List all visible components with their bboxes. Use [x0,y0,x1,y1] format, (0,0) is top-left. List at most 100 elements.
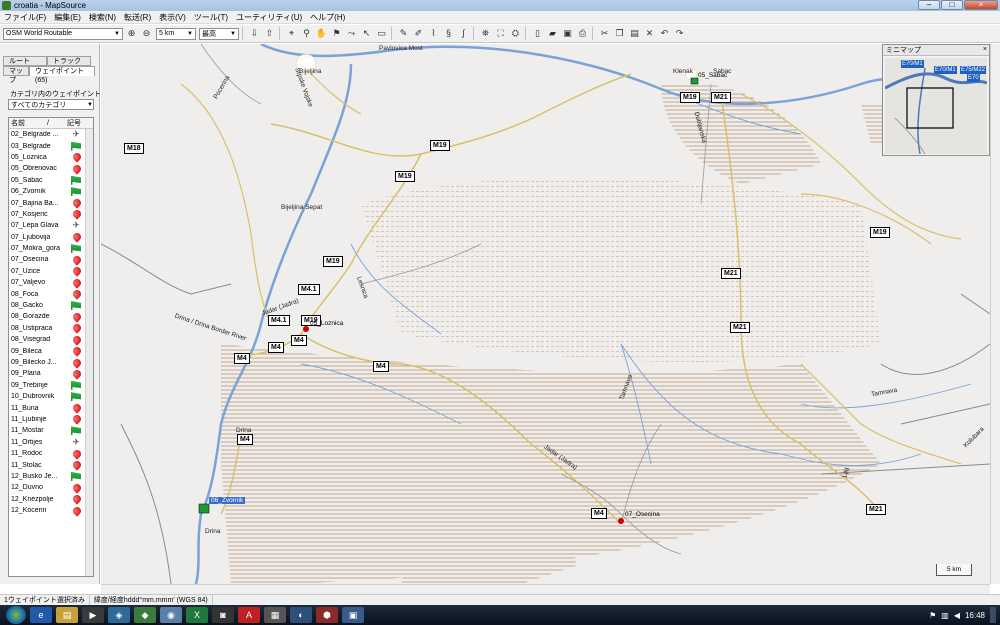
map-vertical-scrollbar[interactable] [990,44,1000,584]
print-icon[interactable]: ⎙ [576,27,589,40]
paste-icon[interactable]: ▤ [628,27,641,40]
waypoint-row[interactable]: 11_Mostar [9,425,93,436]
waypoint-row[interactable]: 08_Gorazde [9,311,93,323]
cut-icon[interactable]: ✂ [598,27,611,40]
waypoint-row[interactable]: 12_Duvno [9,482,93,494]
waypoint-row[interactable]: 11_Buna [9,402,93,414]
app-icon[interactable]: ⬢ [316,607,338,623]
waypoint-row[interactable]: 07_Lepa Glava ✈ [9,220,93,231]
network-icon[interactable]: ▥ [941,611,949,620]
waypoint-row[interactable]: 07_Ljubovija [9,231,93,243]
delete-icon[interactable]: ✕ [643,27,656,40]
join-tool-icon[interactable]: ∫ [457,27,470,40]
close-button[interactable]: × [964,0,998,10]
open-file-icon[interactable]: ▰ [546,27,559,40]
waypoint-label-loznica[interactable]: 05_Loznica [310,320,343,327]
waypoint-row[interactable]: 07_Kosjeric [9,208,93,221]
map-view[interactable]: M18 M19 M19 M19 M19 M4.1 M4.1 M19 M4 M4 … [101,44,990,584]
waypoint-tool-icon[interactable]: ⚑ [330,27,343,40]
zoom-tool-icon[interactable]: ⚲ [300,27,313,40]
menu-edit[interactable]: 編集(E) [50,12,85,23]
flag-icon[interactable]: ⚑ [929,611,936,620]
waypoint-row[interactable]: 11_Stolac [9,459,93,471]
zoom-scale-select[interactable]: 5 km ▼ [156,27,196,40]
file-explorer-icon[interactable]: ▤ [56,607,78,623]
detail-level-select[interactable]: 最高 ▼ [199,27,239,40]
route-tool-icon[interactable]: ⤳ [345,27,358,40]
tab-tracks[interactable]: トラック [47,56,91,66]
app-icon[interactable]: ◐ [290,607,312,623]
waypoint-row[interactable]: 11_Rodoc [9,447,93,460]
menu-file[interactable]: ファイル(F) [0,12,50,23]
minimap-window[interactable]: ミニマップ × E70/M1 E70/M1 E75/M22 E70 [882,44,990,156]
clock[interactable]: 16:48 [965,611,985,620]
waypoint-row[interactable]: 11_Ortijes ✈ [9,437,93,448]
menu-view[interactable]: 表示(V) [155,12,190,23]
waypoint-row[interactable]: 06_Zvornik [9,186,93,197]
mapsource-taskbar-icon[interactable]: ◆ [134,607,156,623]
waypoint-row[interactable]: 09_Bileca [9,345,93,357]
waypoint-row[interactable]: 05_Loznica [9,151,93,164]
minimize-button[interactable]: – [918,0,940,10]
save-file-icon[interactable]: ▣ [561,27,574,40]
volume-icon[interactable]: ◀ [954,611,960,620]
undo-icon[interactable]: ↶ [658,27,671,40]
waypoint-row[interactable]: 07_Mokra_gora [9,243,93,254]
category-filter-select[interactable]: すべてのカテゴリ ▼ [8,99,94,110]
column-header-symbol[interactable]: 記号 [65,118,85,128]
connect-tool-icon[interactable]: ⌇ [427,27,440,40]
divide-tool-icon[interactable]: § [442,27,455,40]
menu-tools[interactable]: ツール(T) [190,12,232,23]
waypoint-row[interactable]: 11_Ljubinje [9,413,93,426]
map-product-select[interactable]: OSM World Routable ▼ [3,27,123,40]
copy-icon[interactable]: ❐ [613,27,626,40]
app-icon[interactable]: ◈ [108,607,130,623]
waypoint-row[interactable]: 12_Kocerin [9,504,93,517]
waypoint-row[interactable]: 09_Plana [9,368,93,380]
receive-from-device-icon[interactable]: ⇩ [248,27,261,40]
tab-routes[interactable]: ルート [3,56,47,66]
maximize-button[interactable]: □ [941,0,963,10]
waypoint-row[interactable]: 07_Valjevo [9,277,93,289]
waypoint-row[interactable]: 12_Busko Je... [9,471,93,482]
zoom-out-icon[interactable]: ⊖ [140,27,153,40]
menu-transfer[interactable]: 転送(R) [120,12,155,23]
show-desktop-button[interactable] [990,607,996,623]
map-horizontal-scrollbar[interactable] [101,584,990,594]
waypoint-row[interactable]: 03_Belgrade [9,140,93,151]
hand-tool-icon[interactable]: ✋ [315,27,328,40]
media-player-icon[interactable]: ▶ [82,607,104,623]
map-select-tool-icon[interactable]: ⌖ [285,27,298,40]
waypoint-row[interactable]: 08_Foca [9,288,93,300]
waypoint-row[interactable]: 07_Uzice [9,265,93,278]
waypoint-row[interactable]: 09_Bilecko J... [9,356,93,369]
app-icon[interactable]: ◉ [160,607,182,623]
start-button[interactable] [6,606,26,624]
column-header-name[interactable]: 名前 [9,118,45,128]
waypoint-label-zvornik[interactable]: 06_Zvornik [209,497,246,504]
find-address-icon[interactable]: ⛭ [509,27,522,40]
waypoint-row[interactable]: 05_Sabac [9,175,93,186]
excel-icon[interactable]: X [186,607,208,623]
waypoint-row[interactable]: 08_Ustipraca [9,322,93,334]
waypoint-row[interactable]: 07_Osecina [9,254,93,266]
waypoint-row[interactable]: 09_Trebinje [9,380,93,391]
zoom-in-icon[interactable]: ⊕ [125,27,138,40]
measure-tool-icon[interactable]: ▭ [375,27,388,40]
waypoint-row[interactable]: 05_Obrenovac [9,163,93,175]
send-to-device-icon[interactable]: ⇧ [263,27,276,40]
track-tool-icon[interactable]: ✎ [397,27,410,40]
waypoint-row[interactable]: 02_Belgrade ... ✈ [9,129,93,140]
waypoint-label-osecina[interactable]: 07_Osecina [625,511,660,518]
tab-waypoints[interactable]: ウェイポイント (65) [29,66,95,84]
waypoint-row[interactable]: 12_Knezpolje [9,493,93,505]
selection-tool-icon[interactable]: ↖ [360,27,373,40]
minimap-close-button[interactable]: × [983,46,987,53]
find-near-icon[interactable]: ⛶ [494,27,507,40]
app-icon[interactable]: ▣ [342,607,364,623]
app-icon[interactable]: ▦ [264,607,286,623]
waypoint-row[interactable]: 08_Gacko [9,300,93,311]
menu-utilities[interactable]: ユーティリティ(U) [232,12,306,23]
new-file-icon[interactable]: ▯ [531,27,544,40]
acrobat-icon[interactable]: A [238,607,260,623]
